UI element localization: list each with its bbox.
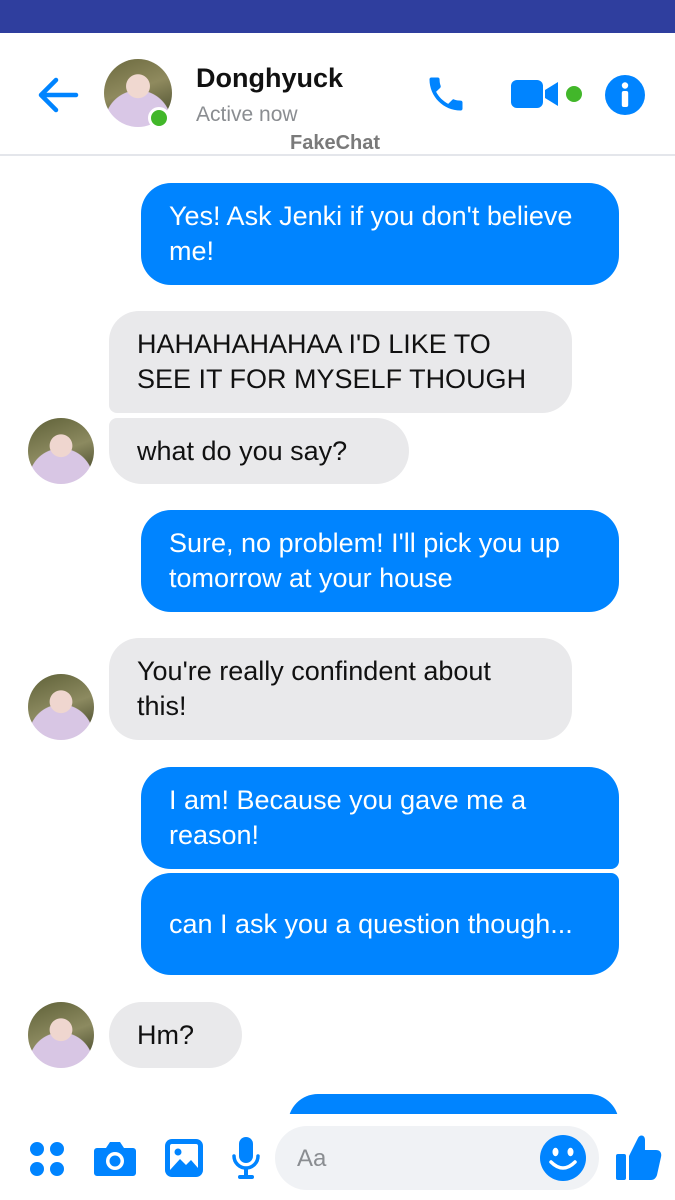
status-bar <box>0 0 675 33</box>
info-icon[interactable] <box>604 74 646 116</box>
watermark: FakeChat <box>290 132 381 154</box>
message-bubble-incoming[interactable]: what do you say? <box>109 418 409 484</box>
message-list[interactable]: Yes! Ask Jenki if you don't believe me! … <box>0 156 675 1114</box>
phone-icon[interactable] <box>424 71 468 117</box>
thumbs-up-icon[interactable] <box>614 1132 662 1182</box>
message-input[interactable] <box>295 1138 539 1180</box>
message-bubble-outgoing[interactable]: can I ask you a question though... <box>141 873 619 975</box>
video-active-dot <box>566 86 582 102</box>
message-bubble-outgoing-partial[interactable] <box>288 1094 619 1114</box>
contact-status: Active now <box>196 103 298 126</box>
chat-header: Donghyuck Active now FakeChat <box>0 33 675 156</box>
camera-icon[interactable] <box>93 1138 137 1178</box>
contact-avatar-small <box>28 674 94 740</box>
message-composer <box>275 1126 599 1190</box>
contact-avatar-small <box>28 418 94 484</box>
message-bubble-outgoing[interactable]: Yes! Ask Jenki if you don't believe me! <box>141 183 619 285</box>
contact-avatar-small <box>28 1002 94 1068</box>
composer-bar <box>0 1114 675 1200</box>
message-bubble-outgoing[interactable]: I am! Because you gave me a reason! <box>141 767 619 869</box>
message-bubble-incoming[interactable]: You're really confindent about this! <box>109 638 572 740</box>
message-bubble-incoming[interactable]: HAHAHAHAHAA I'D LIKE TO SEE IT FOR MYSEL… <box>109 311 572 413</box>
gallery-icon[interactable] <box>164 1138 204 1178</box>
contact-name[interactable]: Donghyuck <box>196 63 343 94</box>
microphone-icon[interactable] <box>231 1136 261 1180</box>
back-arrow-icon[interactable] <box>36 75 80 115</box>
emoji-icon[interactable] <box>539 1134 587 1182</box>
video-camera-icon[interactable] <box>510 77 560 111</box>
message-bubble-incoming[interactable]: Hm? <box>109 1002 242 1068</box>
apps-icon[interactable] <box>28 1140 66 1178</box>
online-indicator <box>148 107 170 129</box>
message-bubble-outgoing[interactable]: Sure, no problem! I'll pick you up tomor… <box>141 510 619 612</box>
